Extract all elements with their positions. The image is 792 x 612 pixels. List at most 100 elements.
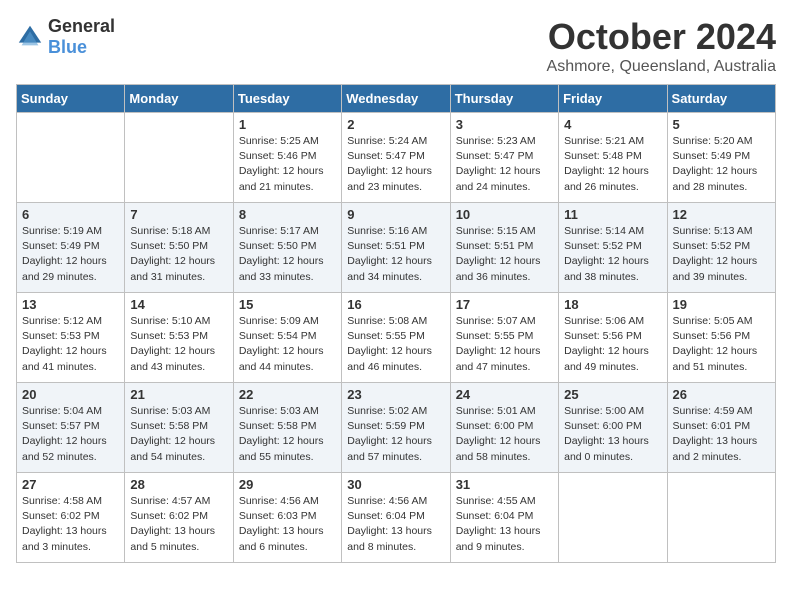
calendar-day-cell: 31Sunrise: 4:55 AM Sunset: 6:04 PM Dayli… xyxy=(450,473,558,563)
day-number: 15 xyxy=(239,297,336,312)
calendar-day-cell: 5 Sunrise: 5:20 AM Sunset: 5:49 PM Daylig… xyxy=(667,113,775,203)
calendar-day-cell: 17 Sunrise: 5:07 AM Sunset: 5:55 PM Dayli… xyxy=(450,293,558,383)
title-block: October 2024 Ashmore, Queensland, Austra… xyxy=(547,16,776,76)
logo-general-text: General xyxy=(48,16,115,36)
day-info: Sunrise: 5:10 AM Sunset: 5:53 PM Dayligh… xyxy=(130,314,227,375)
day-info: Sunrise: 4:57 AM Sunset: 6:02 PM Dayligh… xyxy=(130,494,227,555)
day-info: Sunrise: 5:02 AM Sunset: 5:59 PM Dayligh… xyxy=(347,404,444,465)
day-info: Sunrise: 5:23 AM Sunset: 5:47 PM Dayligh… xyxy=(456,134,553,195)
day-number: 23 xyxy=(347,387,444,402)
weekday-header: Saturday xyxy=(667,85,775,113)
day-number: 24 xyxy=(456,387,553,402)
weekday-header: Thursday xyxy=(450,85,558,113)
day-number: 5 xyxy=(673,117,770,132)
day-number: 8 xyxy=(239,207,336,222)
calendar-day-cell: 30 Sunrise: 4:56 AM Sunset: 6:04 PM Dayli… xyxy=(342,473,450,563)
calendar-week-row: 27Sunrise: 4:58 AM Sunset: 6:02 PM Dayli… xyxy=(17,473,776,563)
day-number: 17 xyxy=(456,297,553,312)
day-info: Sunrise: 5:19 AM Sunset: 5:49 PM Dayligh… xyxy=(22,224,119,285)
page-header: General Blue October 2024 Ashmore, Queen… xyxy=(16,16,776,76)
day-number: 12 xyxy=(673,207,770,222)
calendar-day-cell: 23 Sunrise: 5:02 AM Sunset: 5:59 PM Dayli… xyxy=(342,383,450,473)
calendar-day-cell xyxy=(17,113,125,203)
day-info: Sunrise: 5:25 AM Sunset: 5:46 PM Dayligh… xyxy=(239,134,336,195)
day-info: Sunrise: 5:03 AM Sunset: 5:58 PM Dayligh… xyxy=(239,404,336,465)
day-number: 18 xyxy=(564,297,661,312)
logo-blue-text: Blue xyxy=(48,37,87,57)
day-number: 29 xyxy=(239,477,336,492)
calendar-week-row: 13 Sunrise: 5:12 AM Sunset: 5:53 PM Dayli… xyxy=(17,293,776,383)
weekday-header: Sunday xyxy=(17,85,125,113)
calendar-day-cell xyxy=(667,473,775,563)
calendar-day-cell: 11Sunrise: 5:14 AM Sunset: 5:52 PM Dayli… xyxy=(559,203,667,293)
calendar-day-cell xyxy=(125,113,233,203)
day-info: Sunrise: 5:00 AM Sunset: 6:00 PM Dayligh… xyxy=(564,404,661,465)
calendar-week-row: 1 Sunrise: 5:25 AM Sunset: 5:46 PM Daylig… xyxy=(17,113,776,203)
weekday-header: Friday xyxy=(559,85,667,113)
day-number: 6 xyxy=(22,207,119,222)
calendar-day-cell: 19Sunrise: 5:05 AM Sunset: 5:56 PM Dayli… xyxy=(667,293,775,383)
day-number: 3 xyxy=(456,117,553,132)
day-number: 14 xyxy=(130,297,227,312)
logo-icon xyxy=(16,23,44,51)
calendar-day-cell: 26 Sunrise: 4:59 AM Sunset: 6:01 PM Dayli… xyxy=(667,383,775,473)
day-number: 2 xyxy=(347,117,444,132)
day-info: Sunrise: 5:17 AM Sunset: 5:50 PM Dayligh… xyxy=(239,224,336,285)
calendar-day-cell: 29 Sunrise: 4:56 AM Sunset: 6:03 PM Dayli… xyxy=(233,473,341,563)
calendar-day-cell: 2 Sunrise: 5:24 AM Sunset: 5:47 PM Daylig… xyxy=(342,113,450,203)
day-info: Sunrise: 5:21 AM Sunset: 5:48 PM Dayligh… xyxy=(564,134,661,195)
day-info: Sunrise: 5:24 AM Sunset: 5:47 PM Dayligh… xyxy=(347,134,444,195)
day-info: Sunrise: 5:03 AM Sunset: 5:58 PM Dayligh… xyxy=(130,404,227,465)
day-info: Sunrise: 5:05 AM Sunset: 5:56 PM Dayligh… xyxy=(673,314,770,375)
day-info: Sunrise: 5:16 AM Sunset: 5:51 PM Dayligh… xyxy=(347,224,444,285)
day-info: Sunrise: 5:14 AM Sunset: 5:52 PM Dayligh… xyxy=(564,224,661,285)
day-number: 10 xyxy=(456,207,553,222)
day-number: 7 xyxy=(130,207,227,222)
day-info: Sunrise: 5:18 AM Sunset: 5:50 PM Dayligh… xyxy=(130,224,227,285)
day-info: Sunrise: 5:07 AM Sunset: 5:55 PM Dayligh… xyxy=(456,314,553,375)
day-info: Sunrise: 5:06 AM Sunset: 5:56 PM Dayligh… xyxy=(564,314,661,375)
day-info: Sunrise: 4:56 AM Sunset: 6:03 PM Dayligh… xyxy=(239,494,336,555)
day-info: Sunrise: 4:59 AM Sunset: 6:01 PM Dayligh… xyxy=(673,404,770,465)
calendar-day-cell: 4 Sunrise: 5:21 AM Sunset: 5:48 PM Daylig… xyxy=(559,113,667,203)
day-info: Sunrise: 4:56 AM Sunset: 6:04 PM Dayligh… xyxy=(347,494,444,555)
calendar-week-row: 6 Sunrise: 5:19 AM Sunset: 5:49 PM Daylig… xyxy=(17,203,776,293)
day-number: 20 xyxy=(22,387,119,402)
calendar-day-cell: 16Sunrise: 5:08 AM Sunset: 5:55 PM Dayli… xyxy=(342,293,450,383)
day-info: Sunrise: 5:01 AM Sunset: 6:00 PM Dayligh… xyxy=(456,404,553,465)
day-number: 26 xyxy=(673,387,770,402)
day-info: Sunrise: 5:20 AM Sunset: 5:49 PM Dayligh… xyxy=(673,134,770,195)
calendar-day-cell: 15 Sunrise: 5:09 AM Sunset: 5:54 PM Dayli… xyxy=(233,293,341,383)
day-info: Sunrise: 5:15 AM Sunset: 5:51 PM Dayligh… xyxy=(456,224,553,285)
calendar-table: SundayMondayTuesdayWednesdayThursdayFrid… xyxy=(16,84,776,563)
logo: General Blue xyxy=(16,16,115,58)
day-number: 25 xyxy=(564,387,661,402)
day-info: Sunrise: 5:12 AM Sunset: 5:53 PM Dayligh… xyxy=(22,314,119,375)
calendar-day-cell: 14 Sunrise: 5:10 AM Sunset: 5:53 PM Dayli… xyxy=(125,293,233,383)
day-number: 30 xyxy=(347,477,444,492)
day-info: Sunrise: 5:09 AM Sunset: 5:54 PM Dayligh… xyxy=(239,314,336,375)
day-number: 4 xyxy=(564,117,661,132)
calendar-day-cell: 18 Sunrise: 5:06 AM Sunset: 5:56 PM Dayli… xyxy=(559,293,667,383)
calendar-day-cell: 3 Sunrise: 5:23 AM Sunset: 5:47 PM Daylig… xyxy=(450,113,558,203)
day-number: 13 xyxy=(22,297,119,312)
day-number: 31 xyxy=(456,477,553,492)
calendar-day-cell: 24 Sunrise: 5:01 AM Sunset: 6:00 PM Dayli… xyxy=(450,383,558,473)
calendar-day-cell: 1 Sunrise: 5:25 AM Sunset: 5:46 PM Daylig… xyxy=(233,113,341,203)
calendar-day-cell: 7 Sunrise: 5:18 AM Sunset: 5:50 PM Daylig… xyxy=(125,203,233,293)
day-number: 1 xyxy=(239,117,336,132)
calendar-day-cell: 9Sunrise: 5:16 AM Sunset: 5:51 PM Daylig… xyxy=(342,203,450,293)
location-title: Ashmore, Queensland, Australia xyxy=(547,58,776,76)
calendar-day-cell: 25 Sunrise: 5:00 AM Sunset: 6:00 PM Dayli… xyxy=(559,383,667,473)
weekday-header: Tuesday xyxy=(233,85,341,113)
calendar-day-cell: 8 Sunrise: 5:17 AM Sunset: 5:50 PM Daylig… xyxy=(233,203,341,293)
day-info: Sunrise: 5:08 AM Sunset: 5:55 PM Dayligh… xyxy=(347,314,444,375)
day-number: 28 xyxy=(130,477,227,492)
calendar-day-cell: 20Sunrise: 5:04 AM Sunset: 5:57 PM Dayli… xyxy=(17,383,125,473)
day-number: 21 xyxy=(130,387,227,402)
weekday-header: Monday xyxy=(125,85,233,113)
day-info: Sunrise: 4:58 AM Sunset: 6:02 PM Dayligh… xyxy=(22,494,119,555)
calendar-day-cell: 12Sunrise: 5:13 AM Sunset: 5:52 PM Dayli… xyxy=(667,203,775,293)
calendar-day-cell: 13 Sunrise: 5:12 AM Sunset: 5:53 PM Dayli… xyxy=(17,293,125,383)
calendar-header-row: SundayMondayTuesdayWednesdayThursdayFrid… xyxy=(17,85,776,113)
